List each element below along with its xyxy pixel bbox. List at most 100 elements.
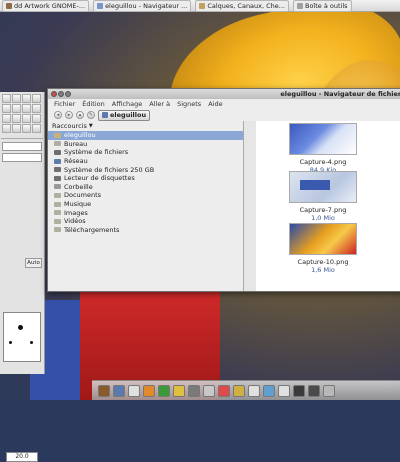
brush-size-field[interactable]: 20.0 [6, 452, 38, 462]
tool-button[interactable] [32, 104, 41, 113]
firefox-icon[interactable] [143, 384, 155, 397]
taskbar-item-layers[interactable]: Calques, Canaux, Che... [195, 0, 289, 12]
document-icon[interactable] [248, 384, 260, 397]
path-button-home[interactable]: eleguillou [98, 109, 151, 121]
menu-bar: Fichier Édition Affichage Aller à Signet… [48, 99, 400, 109]
menu-edition[interactable]: Édition [82, 100, 105, 108]
up-icon[interactable]: ▴ [76, 111, 84, 119]
back-icon[interactable]: ◂ [54, 111, 62, 119]
sidebar-item-videos[interactable]: Vidéos [48, 217, 243, 226]
tool-button[interactable] [22, 114, 31, 123]
brush-dot [18, 325, 23, 330]
music-icon[interactable] [158, 384, 170, 397]
taskbar-item-navigator[interactable]: eleguillou - Navigateur ... [93, 0, 192, 12]
home-icon [54, 132, 61, 138]
menu-signets[interactable]: Signets [177, 100, 201, 108]
taskbar-item-gimp[interactable]: dd Artwork GNOME-... [2, 0, 90, 12]
path-button-label: eleguillou [110, 111, 147, 119]
tool-button[interactable] [22, 124, 31, 133]
file-thumbnail [289, 123, 357, 155]
tool-button[interactable] [12, 124, 21, 133]
trash-icon[interactable] [323, 384, 335, 397]
file-thumbnail [289, 223, 357, 255]
network-icon [54, 158, 61, 164]
brush-dot [9, 341, 12, 344]
mail-icon[interactable] [128, 384, 140, 397]
tool-button[interactable] [22, 104, 31, 113]
video-icon[interactable] [293, 384, 305, 397]
gimp-icon[interactable] [188, 384, 200, 397]
taskbar-item-toolbox[interactable]: Boîte à outils [293, 0, 352, 12]
sidebar-item-filesystem[interactable]: Système de fichiers [48, 148, 243, 157]
folder-icon[interactable] [233, 384, 245, 397]
forward-icon[interactable]: ▸ [65, 111, 73, 119]
tool-button[interactable] [22, 94, 31, 103]
sidebar-item-network[interactable]: Réseau [48, 157, 243, 166]
sidebar-item-floppy[interactable]: Lecteur de disquettes [48, 174, 243, 183]
taskbar-item-label: Calques, Canaux, Che... [207, 1, 285, 10]
sidebar-item-label: Musique [64, 200, 92, 209]
minimize-icon[interactable] [58, 91, 64, 97]
window-body: Raccourcis ▼ eleguillou Bureau Système d… [48, 121, 400, 291]
window-titlebar: eleguillou - Navigateur de fichiers [48, 89, 400, 99]
tool-option-field[interactable] [2, 142, 42, 151]
sidebar-item-bureau[interactable]: Bureau [48, 140, 243, 149]
chat-icon[interactable] [263, 384, 275, 397]
pane-separator [244, 121, 256, 291]
menu-affichage[interactable]: Affichage [112, 100, 143, 108]
photo-icon[interactable] [173, 384, 185, 397]
menu-aide[interactable]: Aide [208, 100, 222, 108]
disk-icon [54, 167, 61, 173]
maximize-icon[interactable] [65, 91, 71, 97]
tool-button[interactable] [2, 94, 11, 103]
notes-icon[interactable] [278, 384, 290, 397]
tool-button[interactable] [2, 124, 11, 133]
tool-option-field[interactable] [2, 153, 42, 162]
sidebar-item-label: Lecteur de disquettes [64, 174, 135, 183]
edit-location-icon[interactable]: ✎ [87, 111, 95, 119]
sidebar-item-downloads[interactable]: Téléchargements [48, 226, 243, 235]
sidebar-item-documents[interactable]: Documents [48, 191, 243, 200]
tool-button[interactable] [32, 124, 41, 133]
location-toolbar: ◂ ▸ ▴ ✎ eleguillou [48, 109, 400, 121]
folder-icon [54, 218, 61, 224]
tool-button[interactable] [32, 114, 41, 123]
close-icon[interactable] [51, 91, 57, 97]
sidebar-item-label: Système de fichiers [64, 148, 129, 157]
file-item[interactable]: Capture-7.png 1,0 Mio [284, 171, 362, 222]
sidebar-item-home[interactable]: eleguillou [48, 131, 243, 140]
sidebar-header[interactable]: Raccourcis ▼ [48, 121, 243, 131]
brush-dot [30, 341, 33, 344]
tool-button[interactable] [12, 104, 21, 113]
file-size: 1,6 Mio [311, 266, 335, 274]
file-item[interactable]: Capture-4.png 84,9 Kio [284, 123, 362, 174]
text-editor-icon[interactable] [203, 384, 215, 397]
taskbar-item-label: Boîte à outils [305, 1, 348, 10]
terminal-icon[interactable] [113, 384, 125, 397]
sidebar-item-label: Téléchargements [64, 225, 120, 234]
folder-icon [54, 227, 61, 233]
menu-aller-a[interactable]: Aller à [149, 100, 170, 108]
folder-icon [97, 2, 104, 9]
sidebar-item-filesystem-250gb[interactable]: Système de fichiers 250 GB [48, 165, 243, 174]
sidebar-item-trash[interactable]: Corbeille [48, 183, 243, 192]
auto-button[interactable]: Auto [25, 258, 42, 268]
gimp-icon [6, 2, 12, 9]
tool-button[interactable] [12, 114, 21, 123]
monitor-icon[interactable] [308, 384, 320, 397]
brush-preview [3, 312, 41, 362]
tool-button[interactable] [2, 104, 11, 113]
window-title: eleguillou - Navigateur de fichiers [280, 90, 400, 98]
top-panel: dd Artwork GNOME-... eleguillou - Naviga… [0, 0, 400, 12]
tool-button[interactable] [12, 94, 21, 103]
file-manager-icon[interactable] [98, 384, 110, 397]
menu-fichier[interactable]: Fichier [54, 100, 75, 108]
sidebar-item-music[interactable]: Musique [48, 200, 243, 209]
folder-icon [54, 141, 61, 147]
sidebar-item-images[interactable]: Images [48, 208, 243, 217]
tool-button[interactable] [32, 94, 41, 103]
settings-icon[interactable] [218, 384, 230, 397]
sidebar-item-label: Système de fichiers 250 GB [64, 165, 155, 174]
tool-button[interactable] [2, 114, 11, 123]
file-item[interactable]: Capture-10.png 1,6 Mio [284, 223, 362, 274]
